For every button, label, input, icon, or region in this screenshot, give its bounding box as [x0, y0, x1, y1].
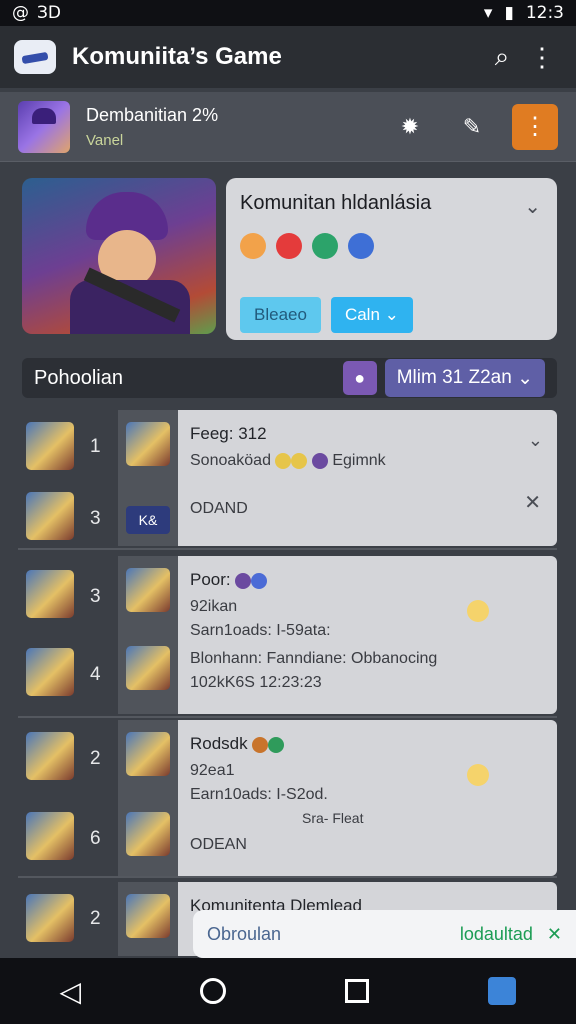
post-panel[interactable]: Poor: 92ikan Sarn1oads: I-59ata: Blonhan… [178, 556, 557, 714]
post-line: Sonoaköad Egimnk [190, 452, 545, 470]
caln-label: Caln [344, 305, 380, 324]
player-thumb[interactable] [26, 894, 74, 942]
hero-thumb[interactable] [126, 422, 170, 466]
player-thumb[interactable] [26, 570, 74, 618]
hero-thumb[interactable] [126, 732, 170, 776]
status-left-icon: @ [12, 3, 29, 23]
player-thumb[interactable] [26, 732, 74, 780]
post-line-b: Egimnk [332, 452, 386, 469]
settings-icon[interactable]: ✹ [392, 109, 428, 145]
toast-right[interactable]: lodaultad [460, 924, 533, 945]
post-panel[interactable]: Feeg: 312 Sonoaköad Egimnk ODAND ⌄ ✕ [178, 410, 557, 546]
wifi-icon: ▾ [483, 3, 493, 23]
app-bar: Komuniita’s Game ⌕ ⋮ [0, 26, 576, 88]
toast-bar[interactable]: Obroulan lodaultad ✕ [193, 910, 576, 958]
post-line: Blonhann: Fanndiane: Obbanocing [190, 650, 438, 667]
bleaeo-button[interactable]: Bleaeo [240, 297, 321, 333]
post-line: Sarn1oads: I-59ata: [190, 622, 331, 639]
hero-image[interactable] [22, 178, 216, 334]
hero-thumb[interactable] [126, 894, 170, 938]
back-icon[interactable]: ◁ [60, 975, 82, 1008]
row-number: 6 [90, 828, 101, 849]
post-line: 92ea1 [190, 762, 235, 779]
chevron-down-icon[interactable]: ⌄ [524, 194, 541, 219]
chevron-down-icon[interactable]: ⌄ [528, 430, 543, 451]
avatar[interactable] [18, 100, 70, 153]
community-card: Komunitan hldanlásia ⌄ Bleaeo Caln ⌄ [226, 178, 557, 340]
banner-name: Dembanitian 2% [86, 104, 219, 125]
status-time: 12:3 [525, 3, 564, 23]
post-line: Sra- Fleat [302, 810, 364, 826]
player-thumb[interactable] [26, 648, 74, 696]
banner-sub: Vanel [86, 131, 124, 149]
player-thumb[interactable] [26, 812, 74, 860]
status-bar: @ ЗD ▾ ▮ 12:3 [0, 0, 576, 26]
smile-icon [467, 764, 489, 786]
search-icon[interactable]: ⌕ [482, 37, 522, 77]
post-title-text: Poor: [190, 570, 231, 589]
smile-icon [467, 600, 489, 622]
chat-icon[interactable]: ✎ [454, 109, 490, 145]
menu-button[interactable]: ⋮ [512, 103, 558, 150]
list-item[interactable]: 2 6 Rodsdk 92ea1 Earn10ads: I-S2od. Sra-… [18, 720, 557, 878]
post-line-a: Sonoaköad [190, 452, 271, 469]
post-title: Poor: [190, 570, 545, 590]
row-number: 3 [90, 508, 101, 529]
recents-icon[interactable] [345, 979, 370, 1003]
card-title: Komunitan hldanlásia [240, 192, 432, 214]
row-number: 2 [90, 748, 101, 769]
emoji-icon [276, 233, 302, 259]
post-line: 102kK6S 12:23:23 [190, 674, 322, 691]
filter-dropdown[interactable]: Mlim 31 Z2an ⌄ [384, 359, 545, 397]
close-icon[interactable]: ✕ [547, 924, 562, 945]
app-title: Komuniita’s Game [72, 43, 282, 70]
row-number: 3 [90, 586, 101, 607]
player-thumb[interactable] [26, 492, 74, 540]
post-line: 92ikan [190, 598, 238, 615]
post-title: Rodsdk [190, 734, 545, 754]
app-logo-icon [14, 40, 56, 74]
list-item[interactable]: 3 4 Poor: 92ikan Sarn1oads: I-59ata: Blo… [18, 556, 557, 718]
emoji-row [240, 233, 543, 259]
hero-thumb[interactable] [126, 568, 170, 612]
emoji-icon [240, 233, 266, 259]
battery-icon: ▮ [504, 3, 514, 23]
post-title: Feeg: 312 [190, 424, 267, 443]
filter-bar: Pohoolian ● Mlim 31 Z2an ⌄ [22, 358, 557, 398]
filter-label: Pohoolian [34, 366, 123, 389]
post-title-text: Rodsdk [190, 734, 248, 753]
post-line: Earn10ads: I-S2od. [190, 786, 328, 803]
row-number: 4 [90, 664, 101, 685]
emoji-icon [348, 233, 374, 259]
toast-left: Obroulan [207, 923, 282, 944]
community-banner: Dembanitian 2% Vanel ✹ ✎ ⋮ [0, 92, 576, 162]
caln-button[interactable]: Caln ⌄ [330, 297, 413, 333]
close-icon[interactable]: ✕ [524, 490, 541, 515]
hero-thumb[interactable] [126, 646, 170, 690]
status-left-text: ЗD [37, 3, 61, 23]
system-nav-bar: ◁ [0, 958, 576, 1024]
post-line: ODEAN [190, 836, 247, 853]
k-tag: K& [126, 506, 170, 534]
app-shortcut-icon[interactable] [488, 977, 517, 1005]
post-line: ODAND [190, 500, 248, 517]
post-panel[interactable]: Rodsdk 92ea1 Earn10ads: I-S2od. Sra- Fle… [178, 720, 557, 876]
player-thumb[interactable] [26, 422, 74, 470]
post-list: 1 3 K& Feeg: 312 Sonoaköad Egimnk ODAND … [0, 404, 576, 956]
list-item[interactable]: 1 3 K& Feeg: 312 Sonoaköad Egimnk ODAND … [18, 410, 557, 550]
emoji-icon [312, 233, 338, 259]
row-number: 2 [90, 908, 101, 929]
row-number: 1 [90, 436, 101, 457]
sticker-icon[interactable]: ● [342, 361, 377, 395]
home-icon[interactable] [200, 978, 227, 1004]
more-vert-icon[interactable]: ⋮ [522, 37, 562, 77]
filter-dropdown-label: Mlim 31 Z2an [396, 367, 512, 388]
hero-thumb[interactable] [126, 812, 170, 856]
